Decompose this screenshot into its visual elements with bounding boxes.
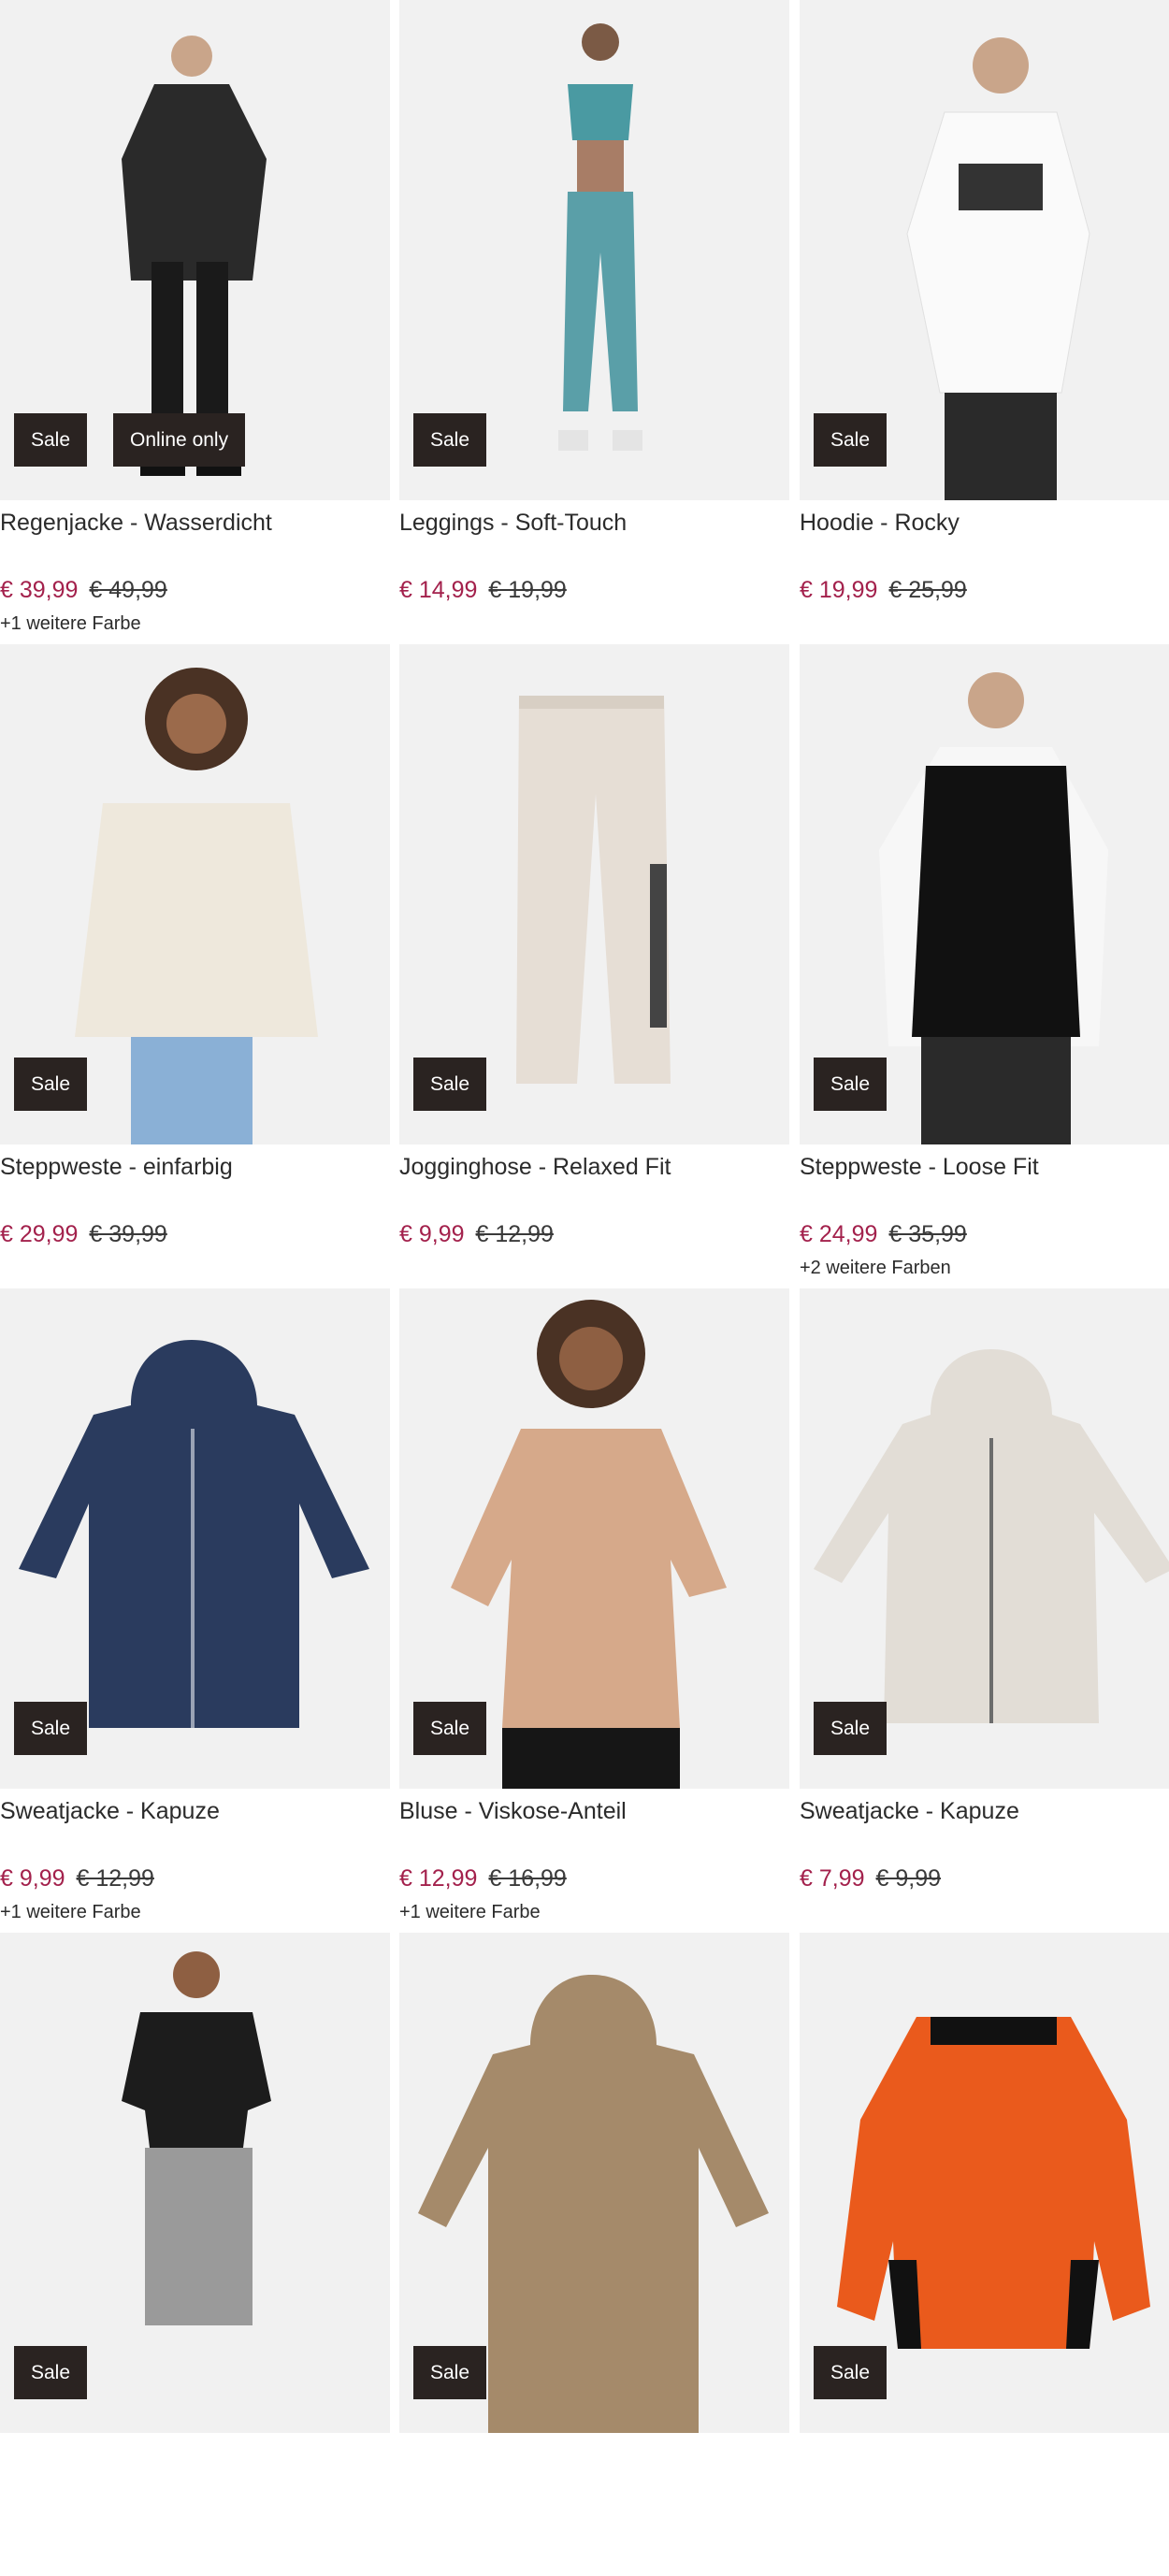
product-card[interactable]: Sale Sweatjacke - Kapuze € 9,99 € 12,99 +…	[0, 1288, 390, 1932]
original-price: € 39,99	[89, 1221, 167, 1247]
product-card[interactable]: Sale Steppweste - einfarbig € 29,99 € 39,…	[0, 644, 390, 1288]
product-title[interactable]: Hoodie - Rocky	[800, 510, 960, 537]
product-prices: € 7,99 € 9,99	[800, 1865, 941, 1892]
product-image[interactable]: Sale	[0, 1933, 390, 2433]
product-prices: € 39,99 € 49,99	[0, 577, 167, 604]
product-prices: € 12,99 € 16,99	[399, 1865, 567, 1892]
product-image[interactable]: Sale	[399, 1933, 789, 2433]
sale-badge: Sale	[413, 1058, 487, 1111]
product-image[interactable]: Sale	[800, 0, 1169, 500]
product-prices: € 19,99 € 25,99	[800, 577, 967, 604]
more-colors-link[interactable]: +1 weitere Farbe	[399, 1902, 541, 1923]
product-image[interactable]: Sale	[800, 1288, 1169, 1789]
product-title[interactable]: Bluse - Viskose-Anteil	[399, 1798, 627, 1825]
product-card[interactable]: Sale Jogginghose - Relaxed Fit € 9,99 € 1…	[399, 644, 789, 1288]
sale-badge: Sale	[814, 1702, 888, 1755]
sale-price: € 29,99	[0, 1221, 79, 1247]
product-title[interactable]: Sweatjacke - Kapuze	[0, 1798, 220, 1825]
sale-price: € 9,99	[399, 1221, 465, 1247]
product-image[interactable]: Sale	[800, 1933, 1169, 2433]
sale-price: € 14,99	[399, 577, 478, 603]
product-image[interactable]: Sale	[399, 0, 789, 500]
product-card[interactable]: Sale Bluse - Viskose-Anteil € 12,99 € 16,…	[399, 1288, 789, 1932]
product-title[interactable]: Regenjacke - Wasserdicht	[0, 510, 272, 537]
sale-badge: Sale	[14, 1702, 88, 1755]
online-only-badge: Online only	[113, 413, 246, 467]
sale-price: € 39,99	[0, 577, 79, 603]
product-prices: € 9,99 € 12,99	[0, 1865, 154, 1892]
original-price: € 35,99	[888, 1221, 967, 1247]
sale-badge: Sale	[413, 1702, 487, 1755]
sale-badge: Sale	[14, 1058, 88, 1111]
product-prices: € 24,99 € 35,99	[800, 1221, 967, 1248]
original-price: € 9,99	[875, 1865, 942, 1892]
product-title[interactable]: Steppweste - Loose Fit	[800, 1154, 1039, 1181]
sale-badge: Sale	[814, 413, 888, 467]
sale-badge: Sale	[814, 1058, 888, 1111]
sale-badge: Sale	[814, 2346, 888, 2399]
product-card[interactable]: Sale Sweatjacke - Kapuze € 7,99 € 9,99	[800, 1288, 1169, 1932]
original-price: € 16,99	[488, 1865, 567, 1892]
original-price: € 12,99	[475, 1221, 554, 1247]
product-image[interactable]: Sale	[399, 1288, 789, 1789]
product-prices: € 29,99 € 39,99	[0, 1221, 167, 1248]
sale-badge: Sale	[14, 2346, 88, 2399]
original-price: € 49,99	[89, 577, 167, 603]
sale-price: € 7,99	[800, 1865, 865, 1892]
sale-price: € 19,99	[800, 577, 878, 603]
product-title[interactable]: Jogginghose - Relaxed Fit	[399, 1154, 671, 1181]
product-image[interactable]: Sale	[399, 644, 789, 1144]
sale-badge: Sale	[413, 2346, 487, 2399]
product-image[interactable]: Sale	[800, 644, 1169, 1144]
product-image[interactable]: Sale Online only	[0, 0, 390, 500]
sale-badge: Sale	[14, 413, 88, 467]
product-image[interactable]: Sale	[0, 644, 390, 1144]
original-price: € 25,99	[888, 577, 967, 603]
sale-price: € 12,99	[399, 1865, 478, 1892]
more-colors-link[interactable]: +1 weitere Farbe	[0, 613, 141, 635]
product-card[interactable]: Sale Hoodie - Rocky € 19,99 € 25,99	[800, 0, 1169, 643]
more-colors-link[interactable]: +2 weitere Farben	[800, 1258, 951, 1279]
sale-price: € 9,99	[0, 1865, 65, 1892]
product-prices: € 9,99 € 12,99	[399, 1221, 554, 1248]
product-title[interactable]: Steppweste - einfarbig	[0, 1154, 233, 1181]
product-image[interactable]: Sale	[0, 1288, 390, 1789]
product-card[interactable]: Sale Online only Regenjacke - Wasserdich…	[0, 0, 390, 643]
product-prices: € 14,99 € 19,99	[399, 577, 567, 604]
product-card[interactable]: Sale Steppweste - Loose Fit € 24,99 € 35,…	[800, 644, 1169, 1288]
sale-badge: Sale	[413, 413, 487, 467]
original-price: € 19,99	[488, 577, 567, 603]
product-card[interactable]: Sale Leggings - Soft-Touch € 14,99 € 19,9…	[399, 0, 789, 643]
sale-price: € 24,99	[800, 1221, 878, 1247]
product-card[interactable]: Sale	[399, 1933, 789, 2576]
product-card[interactable]: Sale	[0, 1933, 390, 2576]
product-title[interactable]: Sweatjacke - Kapuze	[800, 1798, 1019, 1825]
original-price: € 12,99	[76, 1865, 154, 1892]
more-colors-link[interactable]: +1 weitere Farbe	[0, 1902, 141, 1923]
product-card[interactable]: Sale	[800, 1933, 1169, 2576]
product-title[interactable]: Leggings - Soft-Touch	[399, 510, 627, 537]
